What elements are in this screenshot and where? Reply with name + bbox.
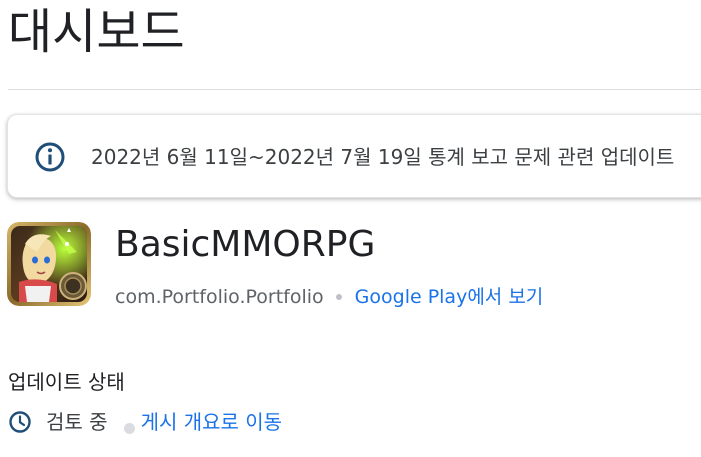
status-text: 검토 중 (46, 410, 108, 434)
go-to-publishing-overview-link[interactable]: 게시 개요로 이동 (141, 408, 283, 436)
clock-icon (9, 411, 31, 433)
app-name: BasicMMORPG (115, 224, 376, 265)
dashboard-page: 대시보드 2022년 6월 11일~2022년 7월 19일 통계 보고 문제 … (0, 0, 701, 457)
update-status-title: 업데이트 상태 (8, 370, 125, 394)
page-title: 대시보드 (8, 4, 185, 60)
notice-text[interactable]: 2022년 6월 11일~2022년 7월 19일 통계 보고 문제 관련 업데… (91, 143, 674, 171)
info-icon (35, 142, 65, 172)
notice-banner[interactable]: 2022년 6월 11일~2022년 7월 19일 통계 보고 문제 관련 업데… (7, 114, 701, 198)
package-name: com.Portfolio.Portfolio (115, 286, 324, 308)
separator-dot (335, 294, 342, 300)
header-divider (8, 89, 701, 90)
app-icon-image (7, 222, 91, 306)
app-meta: com.Portfolio.Portfolio Google Play에서 보기 (115, 283, 543, 311)
view-on-google-play-link[interactable]: Google Play에서 보기 (355, 283, 544, 311)
separator-dot (123, 422, 135, 434)
update-status-row: 검토 중 게시 개요로 이동 (8, 407, 282, 437)
